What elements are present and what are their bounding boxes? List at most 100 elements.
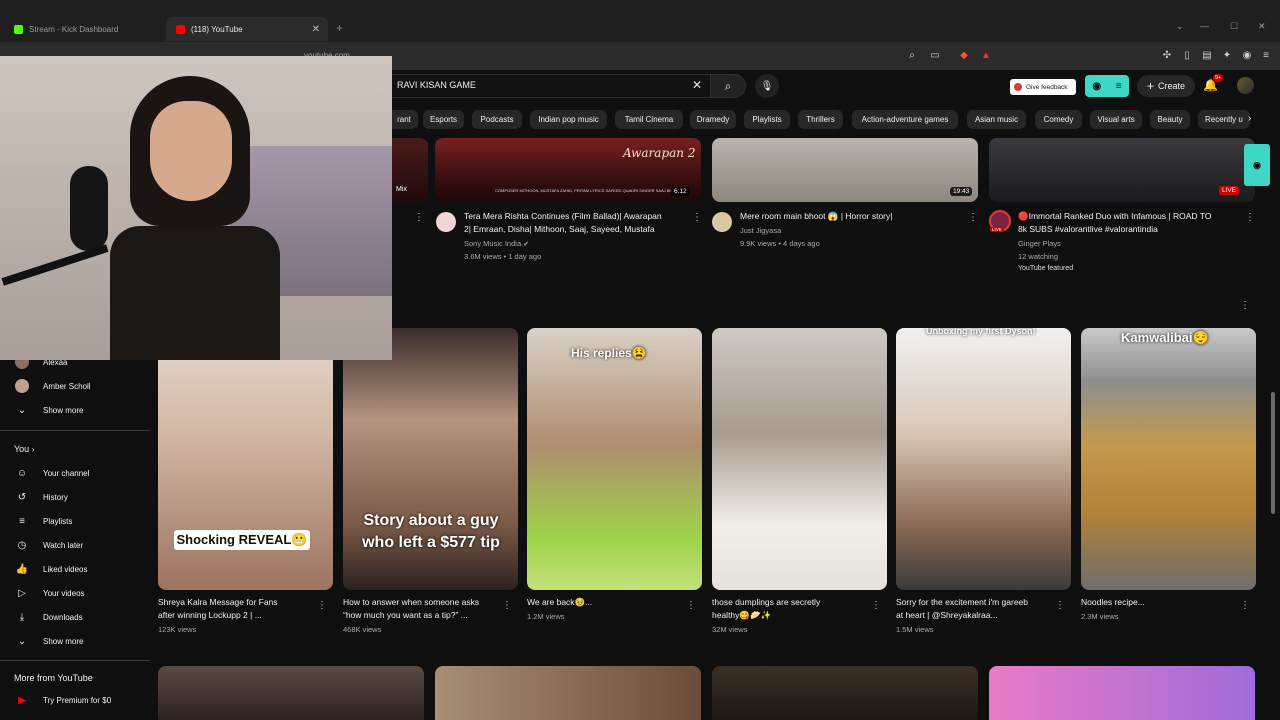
- more-options-icon[interactable]: ⋮: [1245, 212, 1255, 223]
- cast-icon[interactable]: ▭: [928, 48, 942, 62]
- chip[interactable]: Action-adventure games: [852, 110, 958, 129]
- sidebar-item-playlists[interactable]: ≡ Playlists: [0, 511, 150, 531]
- maximize-button[interactable]: ☐: [1230, 21, 1238, 32]
- leo-icon[interactable]: ✦: [1220, 48, 1234, 62]
- chip[interactable]: rant: [390, 110, 418, 129]
- chip[interactable]: Dramedy: [690, 110, 736, 129]
- chip[interactable]: Esports: [423, 110, 464, 129]
- more-options-icon[interactable]: ⋮: [871, 600, 881, 611]
- account-avatar[interactable]: [1237, 77, 1254, 94]
- sidebar-sub-amber-scholl[interactable]: Amber Scholl: [0, 376, 150, 396]
- more-options-icon[interactable]: ⋮: [968, 212, 978, 223]
- extension-side-button[interactable]: ◉: [1244, 144, 1270, 186]
- sidebar-item-your-channel[interactable]: ☺ Your channel: [0, 463, 150, 483]
- chip[interactable]: Tamil Cinema: [615, 110, 683, 129]
- short-title[interactable]: Noodles recipe...: [1081, 596, 1145, 609]
- tab-search-icon[interactable]: ⌄: [1176, 21, 1184, 32]
- sidebar-item-watch-later[interactable]: ◷ Watch later: [0, 535, 150, 555]
- extension-button[interactable]: ◉ ≡: [1085, 75, 1129, 97]
- video-thumbnail[interactable]: [158, 666, 424, 720]
- chip[interactable]: Podcasts: [472, 110, 522, 129]
- more-options-icon[interactable]: ⋮: [414, 212, 424, 223]
- rewards-icon[interactable]: ▲: [979, 48, 993, 62]
- top-shape: [110, 226, 280, 360]
- chip[interactable]: Recently u: [1198, 110, 1250, 129]
- short-thumbnail[interactable]: Kamwalibai😌: [1081, 328, 1256, 590]
- channel-avatar[interactable]: [436, 212, 456, 232]
- channel-name[interactable]: Ginger Plays: [1018, 237, 1061, 250]
- sidebar-item-premium[interactable]: ▶ Try Premium for $0: [0, 690, 150, 710]
- short-thumbnail[interactable]: His replies😫: [527, 328, 702, 590]
- new-tab-button[interactable]: +: [336, 21, 343, 35]
- more-options-icon[interactable]: ⋮: [1240, 600, 1250, 611]
- short-thumbnail[interactable]: Story about a guy who left a $577 tip: [343, 328, 518, 590]
- more-options-icon[interactable]: ⋮: [317, 600, 327, 611]
- video-thumbnail[interactable]: [435, 666, 701, 720]
- clear-search-icon[interactable]: ✕: [692, 78, 702, 92]
- minimize-button[interactable]: —: [1200, 21, 1209, 31]
- channel-name[interactable]: Just Jigyasa: [740, 224, 781, 237]
- video-thumbnail[interactable]: [712, 666, 978, 720]
- tab-kick-dashboard[interactable]: Stream - Kick Dashboard: [4, 17, 164, 41]
- more-from-youtube-header: More from YouTube: [14, 673, 93, 683]
- mix-thumbnail[interactable]: Mix: [392, 138, 428, 202]
- short-thumbnail[interactable]: [712, 328, 887, 590]
- chip[interactable]: Asian music: [967, 110, 1026, 129]
- video-thumbnail[interactable]: [989, 666, 1255, 720]
- sidebar-item-your-videos[interactable]: ▷ Your videos: [0, 583, 150, 603]
- sidebar-item-label: Downloads: [43, 612, 83, 622]
- page-scrollbar[interactable]: [1271, 392, 1275, 514]
- video-thumbnail[interactable]: Awarapan 2 COMPOSER MITHOON, MUSTAFA ZAH…: [435, 138, 701, 202]
- chip[interactable]: Indian pop music: [530, 110, 607, 129]
- chip[interactable]: Visual arts: [1090, 110, 1142, 129]
- short-title[interactable]: those dumplings are secretly healthy😋🥟✨: [712, 596, 820, 622]
- more-options-icon[interactable]: ⋮: [686, 600, 696, 611]
- live-badge: LIVE: [1219, 186, 1240, 195]
- sidebar-show-more[interactable]: ⌄ Show more: [0, 400, 150, 420]
- sidebar-toggle-icon[interactable]: ▯: [1180, 48, 1194, 62]
- video-title[interactable]: Mere room main bhoot 😱 | Horror story|: [740, 210, 892, 223]
- close-window-button[interactable]: ✕: [1258, 21, 1266, 32]
- sidebar-show-more[interactable]: ⌄ Show more: [0, 631, 150, 651]
- video-title[interactable]: 🔴Immortal Ranked Duo with Infamous | ROA…: [1018, 210, 1211, 236]
- video-thumbnail[interactable]: LIVE: [989, 138, 1255, 202]
- avatar-live-badge: LIVE: [990, 227, 1004, 232]
- more-options-icon[interactable]: ⋮: [1055, 600, 1065, 611]
- sidebar-item-liked-videos[interactable]: 👍 Liked videos: [0, 559, 150, 579]
- tab-youtube[interactable]: (118) YouTube ✕: [166, 17, 328, 41]
- channel-avatar[interactable]: [712, 212, 732, 232]
- chip[interactable]: Playlists: [744, 110, 790, 129]
- short-title[interactable]: Shreya Kalra Message for Fans after winni…: [158, 596, 278, 622]
- channel-name[interactable]: Sony Music India ✔: [464, 237, 529, 251]
- short-thumbnail[interactable]: Unboxing my first Dyson!: [896, 328, 1071, 590]
- zoom-icon[interactable]: ⌕: [905, 48, 919, 62]
- more-options-icon[interactable]: ⋮: [502, 600, 512, 611]
- extensions-icon[interactable]: ✣: [1160, 48, 1174, 62]
- video-thumbnail[interactable]: 19:43: [712, 138, 978, 202]
- chip[interactable]: Thrillers: [798, 110, 843, 129]
- short-title[interactable]: We are back🥹...: [527, 596, 592, 609]
- chips-next-arrow-icon[interactable]: ›: [1248, 113, 1251, 124]
- chip[interactable]: Comedy: [1035, 110, 1082, 129]
- short-title[interactable]: Sorry for the excitement i'm gareeb at he…: [896, 596, 1028, 622]
- shorts-more-options-icon[interactable]: ⋮: [1240, 300, 1250, 311]
- sidebar-item-downloads[interactable]: ⤓ Downloads: [0, 607, 150, 627]
- chip[interactable]: Beauty: [1150, 110, 1190, 129]
- close-tab-icon[interactable]: ✕: [312, 24, 320, 35]
- short-thumbnail[interactable]: Shocking REVEAL😬: [158, 328, 333, 590]
- voice-search-button[interactable]: 🎙: [755, 74, 779, 98]
- search-query[interactable]: RAVI KISAN GAME: [397, 80, 476, 90]
- short-title[interactable]: How to answer when someone asks “how much…: [343, 596, 479, 622]
- search-button[interactable]: ⌕: [710, 74, 746, 98]
- sidebar-item-history[interactable]: ↺ History: [0, 487, 150, 507]
- create-button[interactable]: + Create: [1137, 75, 1195, 97]
- sidebar-item-label: Watch later: [43, 540, 84, 550]
- give-feedback-button[interactable]: Give feedback: [1010, 79, 1076, 95]
- video-title[interactable]: Tera Mera Rishta Continues (Film Ballad)…: [464, 210, 662, 236]
- menu-icon[interactable]: ≡: [1259, 48, 1273, 62]
- you-section-header[interactable]: You ›: [14, 444, 34, 454]
- vpn-icon[interactable]: ◉: [1240, 48, 1254, 62]
- more-options-icon[interactable]: ⋮: [692, 212, 702, 223]
- brave-shield-icon[interactable]: ◆: [957, 48, 971, 62]
- wallet-icon[interactable]: ▤: [1200, 48, 1214, 62]
